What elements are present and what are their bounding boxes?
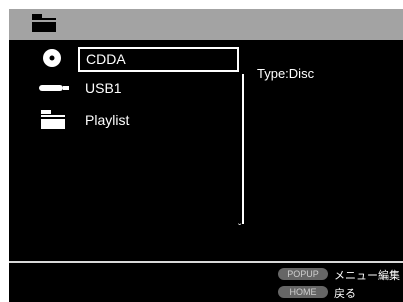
folder-icon	[35, 109, 73, 131]
menu-item-usb1[interactable]: USB1	[35, 77, 245, 99]
menu-item-label: Playlist	[85, 112, 130, 128]
menu-item-label: USB1	[85, 80, 122, 96]
home-hint-text: 戻る	[334, 288, 356, 300]
footer-divider	[9, 261, 403, 263]
menu-item-cdda[interactable]: CDDA	[35, 47, 245, 72]
popup-button[interactable]: POPUP	[278, 268, 328, 280]
popup-hint-text: メニュー編集	[334, 270, 400, 282]
scrollbar[interactable]	[242, 74, 244, 224]
home-button[interactable]: HOME	[278, 286, 328, 298]
menu-item-label: CDDA	[78, 47, 239, 72]
screen: CDDA USB1 Playlist ˇ Type:Disc POPUP メニュ…	[9, 9, 403, 302]
info-type: Type:Disc	[257, 66, 315, 81]
menu-item-playlist[interactable]: Playlist	[35, 109, 245, 131]
chevron-down-icon: ˇ	[238, 223, 242, 234]
folder-icon	[31, 13, 57, 38]
disc-icon	[35, 47, 73, 69]
top-bar	[9, 9, 403, 40]
usb-icon	[35, 77, 73, 99]
